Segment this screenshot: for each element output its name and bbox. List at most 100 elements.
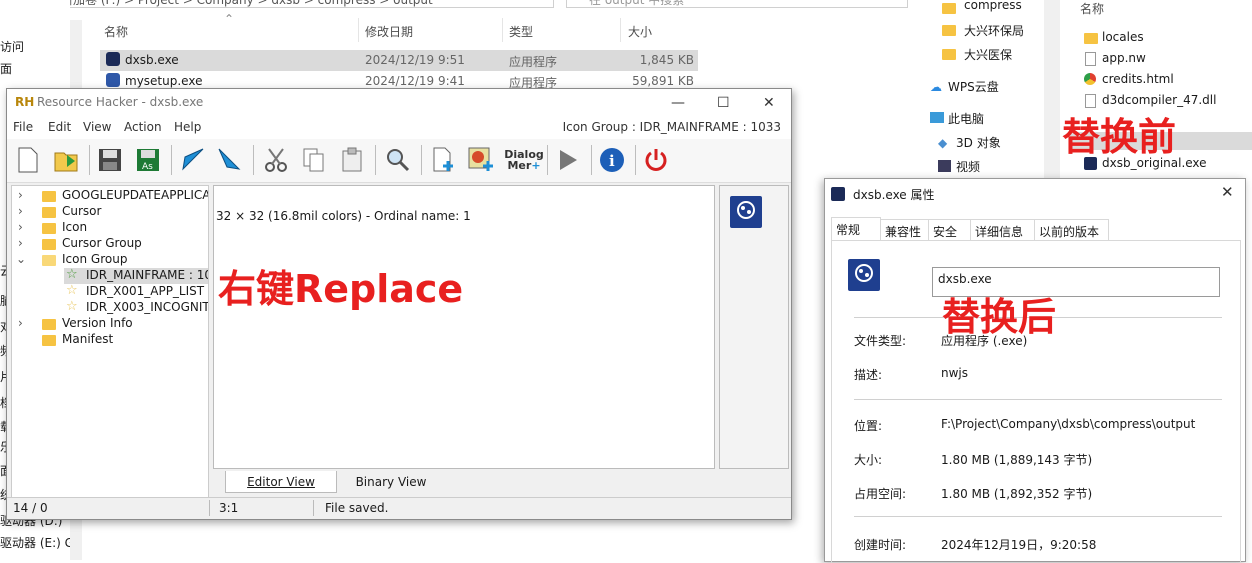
tree-item-selected[interactable]: ☆ IDR_MAINFRAME : 103 xyxy=(64,267,208,284)
menu-view[interactable]: View xyxy=(83,120,111,134)
menu-action[interactable]: Action xyxy=(124,120,162,134)
search-box[interactable]: 在 output 中搜索 xyxy=(566,0,908,8)
file-icon xyxy=(1085,52,1096,66)
view-tabs: Editor View Binary View xyxy=(213,471,789,495)
nav-fragment[interactable]: 访问 xyxy=(0,38,24,55)
folder-icon xyxy=(42,335,56,346)
annotation-before: 替换前 xyxy=(1062,115,1177,159)
menu-file[interactable]: File xyxy=(13,120,33,134)
video-icon xyxy=(938,160,951,172)
tab-editor-view[interactable]: Editor View xyxy=(225,471,337,493)
star-icon: ☆ xyxy=(66,267,78,282)
scrollbar[interactable] xyxy=(1044,0,1060,180)
prop-label: 位置: xyxy=(854,419,883,433)
add-image-icon[interactable] xyxy=(465,143,499,177)
resource-label: Icon Group : IDR_MAINFRAME : 1033 xyxy=(562,120,781,134)
minimize-icon[interactable]: — xyxy=(671,95,685,111)
app-logo-icon xyxy=(730,196,762,228)
prop-label: 大小: xyxy=(854,453,883,467)
maximize-icon[interactable]: ☐ xyxy=(717,95,730,111)
title-bar[interactable]: RH Resource Hacker - dxsb.exe — ☐ ✕ xyxy=(7,89,791,117)
editor-pane[interactable]: 32 × 32 (16.8mil colors) - Ordinal name:… xyxy=(213,185,715,469)
info-icon[interactable]: i xyxy=(595,143,629,177)
save-as-icon[interactable]: As xyxy=(131,143,165,177)
play-icon[interactable] xyxy=(551,143,585,177)
status-position: 3:1 xyxy=(219,501,239,515)
status-message: File saved. xyxy=(325,501,389,515)
expand-icon[interactable]: › xyxy=(18,220,23,234)
open-folder-icon xyxy=(42,255,56,266)
search-placeholder: 在 output 中搜索 xyxy=(589,0,685,7)
power-icon[interactable] xyxy=(639,143,673,177)
expand-icon[interactable]: › xyxy=(18,236,23,250)
new-file-icon[interactable] xyxy=(11,143,45,177)
expand-icon[interactable]: › xyxy=(18,316,23,330)
star-icon: ☆ xyxy=(66,299,78,314)
breadcrumb: 新加卷 (F:) > Project > Company > dxsb > co… xyxy=(61,0,433,7)
tab-security[interactable]: 安全 xyxy=(929,219,971,241)
computer-icon xyxy=(930,112,944,123)
toolbar: As Dialog Mer+ i xyxy=(7,139,791,183)
paste-icon[interactable] xyxy=(335,143,369,177)
cut-icon[interactable] xyxy=(259,143,293,177)
add-resource-icon[interactable] xyxy=(427,143,461,177)
expand-icon[interactable]: › xyxy=(18,188,23,202)
copy-icon[interactable] xyxy=(297,143,331,177)
prop-value: 1.80 MB (1,892,352 字节) xyxy=(941,487,1093,501)
svg-text:i: i xyxy=(609,152,615,170)
open-file-icon[interactable] xyxy=(49,143,83,177)
collapse-icon[interactable]: ⌄ xyxy=(16,252,26,266)
chrome-icon xyxy=(1084,73,1096,85)
file-row[interactable]: dxsb.exe 2024/12/19 9:51 应用程序 1,845 KB xyxy=(100,50,698,71)
sort-arrow-icon: ⌃ xyxy=(224,12,235,26)
col-size[interactable]: 大小 xyxy=(628,23,652,40)
run-script-icon[interactable] xyxy=(213,143,247,177)
tab-previous-versions[interactable]: 以前的版本 xyxy=(1035,219,1109,241)
prop-value: F:\Project\Company\dxsb\compress\output xyxy=(941,417,1196,431)
window-title: Resource Hacker - dxsb.exe xyxy=(37,95,204,109)
folder-icon xyxy=(42,191,56,202)
editor-text: 32 × 32 (16.8mil colors) - Ordinal name:… xyxy=(216,209,471,223)
setup-icon xyxy=(106,73,120,87)
file-name: mysetup.exe xyxy=(125,74,203,88)
save-icon[interactable] xyxy=(93,143,127,177)
annotation-after: 替换后 xyxy=(942,295,1057,339)
file-name: dxsb.exe xyxy=(125,53,179,67)
nav-pane-right: compress 大兴环保局 大兴医保 ☁ WPS云盘 此电脑 ◆ 3D 对象 视频 xyxy=(922,0,1044,180)
folder-icon xyxy=(942,3,956,14)
dialog-title: dxsb.exe 属性 xyxy=(853,188,935,202)
nav-fragment[interactable]: 面 xyxy=(0,60,12,77)
exe-icon xyxy=(106,52,120,66)
close-icon[interactable]: ✕ xyxy=(1221,183,1234,201)
folder-icon xyxy=(942,25,956,36)
tab-binary-view[interactable]: Binary View xyxy=(341,471,441,493)
prop-label: 文件类型: xyxy=(854,334,907,348)
menu-bar: File Edit View Action Help Icon Group : … xyxy=(7,117,791,139)
folder-icon xyxy=(42,319,56,330)
column-headers: 名称 ⌃ 修改日期 类型 大小 xyxy=(100,12,700,42)
file-modified: 2024/12/19 9:41 xyxy=(365,74,465,88)
tab-general[interactable]: 常规 xyxy=(831,217,881,241)
col-name[interactable]: 名称 xyxy=(1080,0,1104,17)
col-modified[interactable]: 修改日期 xyxy=(365,23,413,40)
drive-e[interactable]: 驱动器 (E:) G xyxy=(0,534,70,551)
3d-icon: ◆ xyxy=(938,136,948,150)
star-icon: ☆ xyxy=(66,283,78,298)
close-icon[interactable]: ✕ xyxy=(763,95,775,111)
status-bar: 14 / 0 3:1 File saved. xyxy=(7,497,791,519)
menu-help[interactable]: Help xyxy=(174,120,201,134)
find-icon[interactable] xyxy=(381,143,415,177)
file-type: 应用程序 xyxy=(509,55,558,69)
tab-compat[interactable]: 兼容性 xyxy=(881,219,929,241)
address-bar[interactable]: 新加卷 (F:) > Project > Company > dxsb > co… xyxy=(30,0,554,8)
expand-icon[interactable]: › xyxy=(18,204,23,218)
rh-logo-icon: RH xyxy=(15,95,35,109)
col-name[interactable]: 名称 xyxy=(104,23,128,40)
file-size: 1,845 KB xyxy=(639,53,694,67)
status-count: 14 / 0 xyxy=(13,501,48,515)
tab-details[interactable]: 详细信息 xyxy=(971,219,1035,241)
menu-edit[interactable]: Edit xyxy=(48,120,71,134)
col-type[interactable]: 类型 xyxy=(509,23,533,40)
dialog-merge-icon[interactable]: Dialog Mer+ xyxy=(504,143,544,177)
compile-icon[interactable] xyxy=(175,143,209,177)
